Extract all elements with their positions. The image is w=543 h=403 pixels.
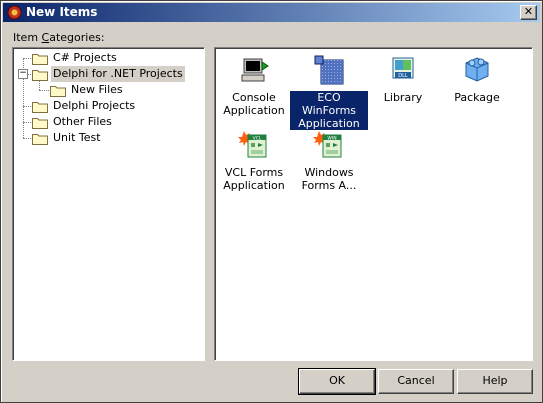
items-list[interactable]: Console Application ECO WinForms Applicati… — [214, 47, 533, 361]
item-eco-winforms-application[interactable]: ECO WinForms Application — [289, 54, 369, 131]
winforms-icon: WIN — [313, 131, 342, 158]
item-categories-label: Item Categories: — [13, 31, 105, 44]
tree-item-label: C# Projects — [53, 51, 117, 64]
item-library[interactable]: DLL Library — [364, 54, 442, 104]
tree-line — [23, 138, 31, 139]
item-label: Package — [454, 91, 500, 104]
item-label: Console Application — [223, 91, 285, 117]
tree-line — [23, 122, 31, 123]
item-windows-forms-application[interactable]: WIN Windows Forms A... — [290, 129, 368, 192]
console-icon — [241, 58, 269, 82]
category-tree[interactable]: − C# Projects Delphi for .NET Projects N… — [12, 47, 205, 361]
svg-text:DLL: DLL — [398, 73, 408, 79]
tree-item-label: Delphi Projects — [53, 99, 136, 112]
item-console-application[interactable]: Console Application — [215, 54, 293, 117]
collapse-toggle[interactable]: − — [18, 69, 28, 79]
eco-icon — [314, 55, 344, 85]
tree-item-label: Delphi for .NET Projects — [51, 66, 185, 82]
item-label: ECO WinForms Application — [289, 90, 369, 131]
delphi-app-icon — [7, 5, 22, 20]
tree-item-label: Unit Test — [53, 131, 101, 144]
svg-text:WIN: WIN — [327, 136, 336, 142]
tree-line — [39, 90, 49, 91]
item-vcl-forms-application[interactable]: VCL VCL Forms Application — [215, 129, 293, 192]
folder-icon — [32, 102, 48, 113]
ok-button[interactable]: OK — [298, 368, 376, 395]
close-button[interactable]: ✕ — [520, 5, 537, 20]
dll-icon: DLL — [392, 57, 414, 79]
title-bar[interactable]: New Items ✕ — [3, 3, 540, 22]
svg-text:VCL: VCL — [253, 136, 262, 142]
tree-item-label: Other Files — [53, 115, 112, 128]
tree-line — [23, 58, 31, 59]
new-items-dialog: New Items ✕ Item Categories: − C# Projec… — [0, 0, 543, 403]
folder-open-icon — [32, 70, 48, 81]
folder-icon — [32, 54, 48, 65]
item-label: Library — [383, 91, 423, 104]
item-label: Windows Forms A... — [301, 166, 357, 192]
help-button[interactable]: Help — [457, 369, 533, 394]
window-title: New Items — [26, 5, 98, 19]
folder-icon — [32, 134, 48, 145]
vcl-forms-icon: VCL — [238, 131, 267, 158]
tree-line — [39, 80, 40, 90]
item-package[interactable]: Package — [438, 54, 516, 104]
item-label: VCL Forms Application — [223, 166, 285, 192]
package-icon — [465, 57, 489, 82]
tree-item-label: New Files — [71, 83, 123, 96]
folder-icon — [50, 86, 66, 97]
folder-icon — [32, 118, 48, 129]
tree-line — [23, 106, 31, 107]
cancel-button[interactable]: Cancel — [378, 369, 454, 394]
